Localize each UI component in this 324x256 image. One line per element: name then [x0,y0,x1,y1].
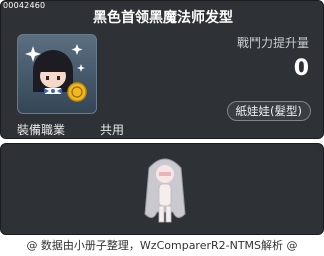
footer-credit: @ 数据由小册子整理，WzComparerR2-NTMS解析 @ [26,239,298,252]
category-badge: 紙娃娃(髮型) [226,101,311,121]
combat-power-value: 0 [293,56,309,81]
character-preview-panel [0,143,324,235]
job-value: 共用 [100,123,125,137]
item-icon-frame [17,34,97,114]
character-preview [144,158,186,223]
item-tooltip-panel: 00042460 黑色首领黑魔法师发型 戰鬥力提升量 0 紙娃娃(髮型) 裝備職… [0,0,324,139]
job-label: 裝備職業 [17,123,66,137]
combat-power-label: 戰鬥力提升量 [236,36,309,50]
item-name: 黑色首领黑魔法师发型 [93,10,233,26]
hairstyle-icon [25,44,87,102]
